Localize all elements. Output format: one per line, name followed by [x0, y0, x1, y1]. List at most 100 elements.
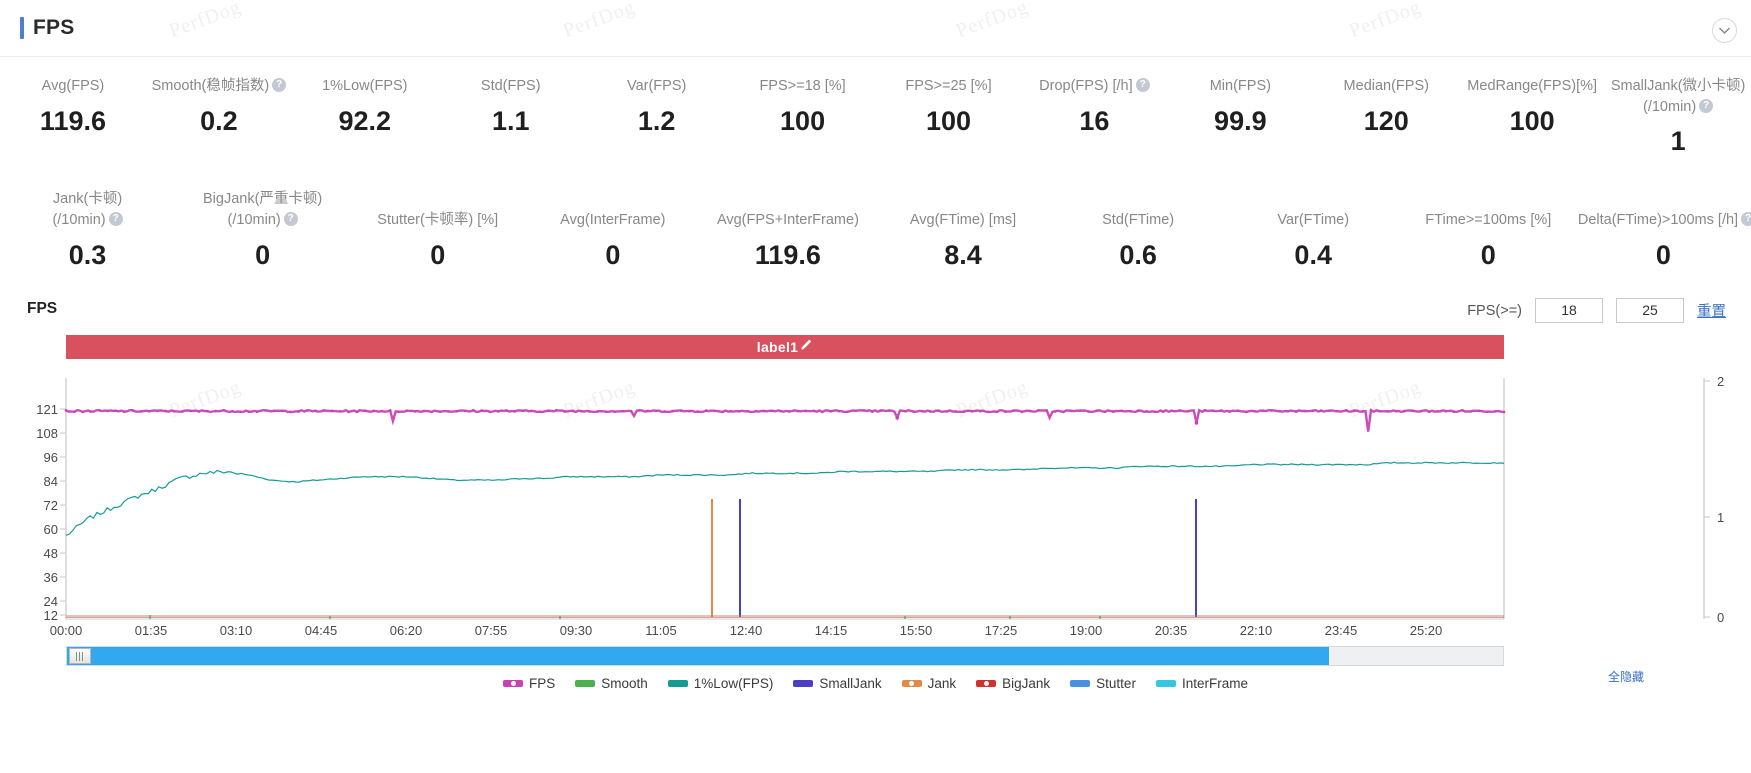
title-accent-bar [20, 17, 24, 39]
legend-label: SmallJank [819, 675, 882, 691]
help-icon[interactable]: ? [283, 211, 298, 226]
help-icon[interactable]: ? [1135, 78, 1150, 93]
scene-label-band[interactable]: label1 [66, 335, 1504, 359]
x-tick: 14:15 [814, 623, 848, 638]
stat-1pct-low-fps: 1%Low(FPS) 92.2 [292, 66, 438, 155]
legend-item[interactable]: FPS [503, 676, 555, 691]
stat-value: 1 [1670, 126, 1686, 157]
reset-button[interactable]: 重置 [1697, 300, 1726, 321]
stat-label: Median(FPS) [1343, 78, 1429, 94]
stat-label: MedRange(FPS)[%] [1467, 78, 1598, 94]
stat-fps-gte-25: FPS>=25 [%] 100 [876, 66, 1022, 155]
x-tick: 03:10 [219, 623, 253, 638]
legend-swatch [1070, 679, 1091, 687]
stat-delta-ftime-gt-100ms: Delta(FTime)>100ms [/h]? 0 [1576, 179, 1751, 269]
legend-swatch [1155, 679, 1176, 687]
stat-label: Var(FPS) [626, 78, 687, 94]
fps-panel: PerfDog PerfDog PerfDog PerfDog PerfDog … [0, 0, 1751, 773]
fps-threshold-low-input[interactable]: 18 [1535, 298, 1603, 323]
x-tick: 11:05 [645, 623, 677, 638]
stat-value: 0.6 [1119, 240, 1157, 271]
x-tick: 00:00 [49, 623, 83, 638]
scrollbar-left-handle[interactable] [69, 648, 91, 664]
fps-threshold-high-input[interactable]: 25 [1616, 298, 1684, 323]
stat-label: Avg(FTime) [ms] [909, 211, 1017, 228]
x-tick: 25:20 [1409, 623, 1443, 638]
x-tick: 12:40 [729, 623, 763, 638]
stat-value: 100 [925, 105, 972, 136]
stat-jank: Jank(卡顿) (/10min)? 0.3 [0, 179, 175, 269]
stat-value: 92.2 [338, 105, 392, 136]
stat-label: Var(FTime) [1277, 211, 1350, 228]
legend-item[interactable]: InterFrame [1155, 675, 1248, 691]
stat-label-2: (/10min) [52, 211, 106, 228]
legend-label: Stutter [1096, 675, 1136, 691]
stat-drop-fps: Drop(FPS) [/h]? 16 [1021, 66, 1167, 155]
legend-item[interactable]: Jank [901, 675, 957, 691]
stat-label: SmallJank(微小卡顿) [1610, 78, 1746, 94]
stat-fps-gte-18: FPS>=18 [%] 100 [730, 66, 876, 155]
legend-label: BigJank [1002, 675, 1051, 691]
stat-label: Std(FTime) [1102, 211, 1175, 228]
stat-avg-fps: Avg(FPS) 119.6 [0, 66, 146, 155]
legend-label: 1%Low(FPS) [693, 675, 774, 691]
stat-value: 0 [430, 240, 446, 271]
help-icon[interactable]: ? [1741, 211, 1751, 226]
stat-value: 119.6 [39, 105, 106, 136]
stat-label: Std(FPS) [480, 78, 541, 94]
stat-label: Drop(FPS) [/h] [1039, 78, 1133, 94]
fps-threshold-controls: FPS(>=) 18 25 重置 [1467, 298, 1726, 323]
legend-swatch [503, 679, 523, 687]
chart-horizontal-scrollbar[interactable] [66, 646, 1504, 666]
stat-smalljank: SmallJank(微小卡顿) (/10min)? 1 [1605, 66, 1751, 155]
pencil-icon[interactable] [800, 338, 813, 356]
stat-label: Min(FPS) [1209, 78, 1271, 94]
stat-avg-fps-interframe: Avg(FPS+InterFrame) 119.6 [700, 179, 875, 269]
x-tick: 19:00 [1069, 623, 1103, 638]
legend-item[interactable]: SmallJank [793, 675, 882, 691]
x-tick: 15:50 [899, 623, 933, 638]
page-title: FPS [20, 16, 74, 40]
stat-label: Avg(FPS) [41, 78, 105, 94]
stat-value: 1.2 [637, 105, 676, 136]
legend-label: Jank [927, 675, 957, 691]
x-tick: 04:45 [304, 623, 338, 638]
stat-label: 1%Low(FPS) [322, 78, 408, 94]
stat-label: Avg(FPS+InterFrame) [716, 211, 859, 228]
stat-label: Avg(InterFrame) [560, 211, 666, 228]
stat-value: 0.2 [200, 105, 238, 136]
stat-ftime-gte-100ms: FTime>=100ms [%] 0 [1401, 179, 1576, 269]
scrollbar-range-fill[interactable] [67, 647, 1329, 665]
x-tick: 22:10 [1239, 623, 1273, 638]
stat-value: 0 [605, 240, 621, 271]
legend-label: InterFrame [1181, 675, 1248, 691]
panel-header: FPS [0, 0, 1751, 57]
help-icon[interactable]: ? [272, 78, 287, 93]
legend-swatch [667, 679, 688, 687]
stat-value: 120 [1363, 105, 1409, 136]
stat-value: 100 [1509, 105, 1555, 136]
legend-item[interactable]: 1%Low(FPS) [667, 675, 774, 691]
collapse-toggle-button[interactable] [1712, 18, 1737, 43]
help-icon[interactable]: ? [108, 211, 123, 226]
stat-label: Jank(卡顿) [52, 191, 123, 208]
stat-label-2: (/10min) [1643, 98, 1697, 115]
legend-label: FPS [529, 675, 556, 691]
stats-row-1: Avg(FPS) 119.6 Smooth(稳帧指数)? 0.2 1%Low(F… [0, 66, 1751, 155]
stat-value: 0.4 [1294, 240, 1332, 271]
help-icon[interactable]: ? [1699, 98, 1714, 113]
stat-label: FPS>=25 [%] [905, 78, 992, 94]
legend-item[interactable]: BigJank [976, 676, 1050, 691]
stat-stutter: Stutter(卡顿率) [%] 0 [350, 179, 525, 269]
legend-swatch [901, 679, 922, 687]
x-tick: 09:30 [559, 623, 593, 638]
x-tick: 17:25 [984, 623, 1018, 638]
legend-item[interactable]: Smooth [575, 676, 648, 691]
stat-value: 8.4 [944, 240, 982, 271]
fps-chart[interactable]: FPS Jank 121 108 96 84 72 60 48 36 24 12… [0, 370, 1751, 638]
x-tick: 07:55 [474, 623, 508, 638]
legend-item[interactable]: Stutter [1070, 676, 1136, 691]
stat-smooth: Smooth(稳帧指数)? 0.2 [146, 66, 292, 155]
legend-swatch [575, 679, 596, 687]
x-tick: 01:35 [134, 623, 168, 638]
